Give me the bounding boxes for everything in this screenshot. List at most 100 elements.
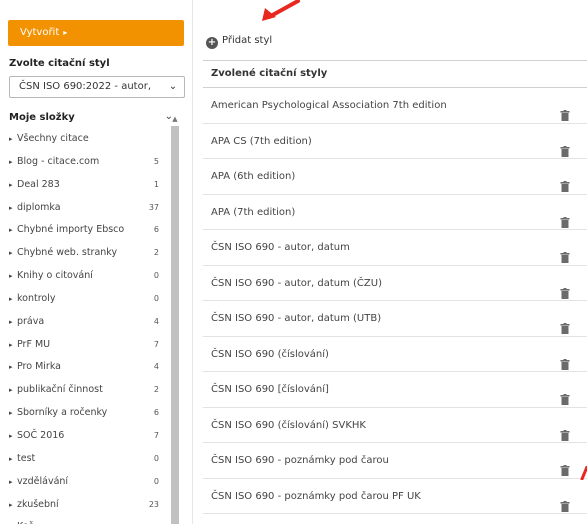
folder-item[interactable]: ▸ vzdělávání 0: [9, 471, 159, 494]
style-name: APA (6th edition): [211, 171, 296, 182]
main-panel: + Přidat styl Zvolené citační styly Ameri…: [193, 0, 587, 524]
style-row[interactable]: APA CS (7th edition): [203, 124, 587, 159]
style-row[interactable]: APA (7th edition): [203, 195, 587, 230]
citation-style-label: Zvolte citační styl: [9, 58, 110, 69]
style-name: APA (7th edition): [211, 206, 296, 218]
create-button[interactable]: Vytvořit ▸: [8, 20, 184, 46]
trash-icon[interactable]: [560, 350, 570, 370]
citation-style-select-value: ČSN ISO 690:2022 - autor,: [19, 81, 152, 92]
add-style-label: Přidat styl: [222, 35, 273, 46]
caret-right-icon: ▸: [9, 409, 13, 418]
style-row[interactable]: ČSN ISO 690 [číslování]: [203, 372, 587, 408]
folder-item[interactable]: ▸ kontroly 0: [9, 288, 159, 311]
caret-right-icon: ▸: [9, 249, 13, 258]
folder-count: 23: [148, 499, 159, 509]
style-row[interactable]: ČSN ISO 690 - autor, datum (ČZU): [203, 266, 587, 301]
folder-item[interactable]: ▸ PrF MU 7: [9, 334, 159, 357]
add-style-button[interactable]: + Přidat styl: [206, 33, 272, 49]
style-name: ČSN ISO 690 (číslování) SVKHK: [211, 419, 366, 431]
folder-label: Sborníky a ročenky: [17, 407, 108, 419]
trash-icon[interactable]: [560, 421, 570, 441]
trash-icon[interactable]: [560, 208, 570, 228]
folder-count: 2: [153, 385, 159, 395]
folder-item[interactable]: ▸ publikační činnost 2: [9, 379, 159, 402]
caret-right-icon: ▸: [9, 477, 13, 486]
caret-right-icon: ▸: [9, 226, 13, 235]
trash-icon[interactable]: [560, 456, 570, 476]
folder-label: publikační činnost: [17, 384, 103, 396]
folder-label: Chybné importy Ebsco: [17, 224, 125, 236]
trash-icon[interactable]: [560, 314, 570, 334]
create-button-label: Vytvořit: [20, 27, 60, 38]
caret-right-icon: ▸: [9, 180, 13, 189]
annotation-arrow-icon: [262, 0, 300, 21]
trash-icon[interactable]: [560, 279, 570, 299]
folder-count: 4: [153, 362, 159, 372]
folder-item[interactable]: ▸ práva 4: [9, 311, 159, 334]
trash-icon[interactable]: [560, 492, 570, 512]
style-row[interactable]: ČSN ISO 690 - poznámky pod čarou PF UK: [203, 479, 587, 514]
folder-label: PrF MU: [17, 338, 51, 350]
style-name: ČSN ISO 690 - autor, datum: [211, 242, 350, 253]
scrollbar-thumb[interactable]: [171, 126, 179, 524]
folder-count: 5: [153, 156, 159, 166]
style-name: ČSN ISO 690 - poznámky pod čarou PF UK: [211, 490, 421, 502]
folder-item[interactable]: ▸ diplomka 37: [9, 197, 159, 220]
style-row[interactable]: ČSN ISO 690 - autor, datum: [203, 230, 587, 266]
style-row[interactable]: ČSN ISO 690 - autor, datum (UTB): [203, 301, 587, 337]
folder-label: diplomka: [17, 201, 61, 213]
folder-item[interactable]: ▸ zkušební 23: [9, 494, 159, 517]
folder-item[interactable]: ▸ Deal 283 1: [9, 174, 159, 197]
folder-item[interactable]: ▸ Knihy o citování 0: [9, 265, 159, 288]
folder-count: 37: [148, 202, 159, 212]
style-name: APA CS (7th edition): [211, 135, 312, 147]
folder-count: 7: [153, 339, 159, 349]
folder-item[interactable]: ▸ test 0: [9, 448, 159, 471]
folder-item[interactable]: ▸ Sborníky a ročenky 6: [9, 402, 159, 425]
selected-styles-header: Zvolené citační styly: [203, 60, 587, 88]
trash-icon[interactable]: [560, 101, 570, 121]
scroll-up-icon[interactable]: ▲: [170, 114, 180, 124]
folder-item[interactable]: ▸ SOČ 2016 7: [9, 425, 159, 448]
style-name: ČSN ISO 690 (číslování): [211, 348, 329, 360]
style-name: ČSN ISO 690 - autor, datum (UTB): [211, 313, 382, 324]
folder-item[interactable]: ▸ Chybné importy Ebsco 6: [9, 219, 159, 242]
caret-right-icon: ▸: [9, 340, 13, 349]
style-name: ČSN ISO 690 - autor, datum (ČZU): [211, 277, 382, 289]
folder-list: ▸ Všechny citace ▸ Blog - citace.com 5 ▸ Deal …: [9, 128, 159, 524]
folder-item[interactable]: ▸Koš: [9, 516, 159, 524]
trash-icon[interactable]: [560, 385, 570, 405]
caret-right-icon: ▸: [9, 135, 13, 143]
folder-item[interactable]: ▸ Všechny citace: [9, 128, 159, 151]
trash-icon[interactable]: [560, 172, 570, 192]
caret-right-icon: ▸: [63, 28, 68, 37]
folder-count: 0: [153, 476, 159, 486]
folders-header: Moje složky ⌄: [9, 111, 185, 126]
folders-title: Moje složky: [9, 112, 75, 123]
folder-label: Všechny citace: [17, 133, 89, 144]
folder-label: Knihy o citování: [17, 270, 93, 282]
trash-icon[interactable]: [560, 243, 570, 263]
chevron-down-icon: ⌄: [166, 77, 180, 97]
caret-right-icon: ▸: [9, 294, 13, 303]
folder-count: 7: [153, 430, 159, 440]
folder-scrollbar[interactable]: ▲: [168, 114, 182, 524]
trash-icon[interactable]: [560, 137, 570, 157]
folder-label: Deal 283: [17, 178, 60, 190]
style-row[interactable]: APA (6th edition): [203, 159, 587, 195]
folder-item[interactable]: ▸ Blog - citace.com 5: [9, 151, 159, 174]
style-row[interactable]: American Psychological Association 7th e…: [203, 88, 587, 124]
style-row[interactable]: ČSN ISO 690 (číslování) SVKHK: [203, 408, 587, 443]
caret-right-icon: ▸: [9, 272, 13, 281]
folder-count: 2: [153, 248, 159, 258]
folder-item[interactable]: ▸ Chybné web. stranky 2: [9, 242, 159, 265]
style-name: ČSN ISO 690 - poznámky pod čarou: [211, 455, 389, 466]
folder-label: Pro Mirka: [17, 361, 61, 373]
caret-right-icon: ▸: [9, 431, 13, 440]
style-row[interactable]: ČSN ISO 690 (číslování): [203, 337, 587, 372]
caret-right-icon: ▸: [9, 317, 13, 326]
style-row[interactable]: ČSN ISO 690 - poznámky pod čarou: [203, 443, 587, 479]
annotation-marker-icon: [580, 466, 587, 480]
citation-style-select[interactable]: ČSN ISO 690:2022 - autor, ⌄: [9, 76, 185, 98]
folder-item[interactable]: ▸ Pro Mirka 4: [9, 356, 159, 379]
